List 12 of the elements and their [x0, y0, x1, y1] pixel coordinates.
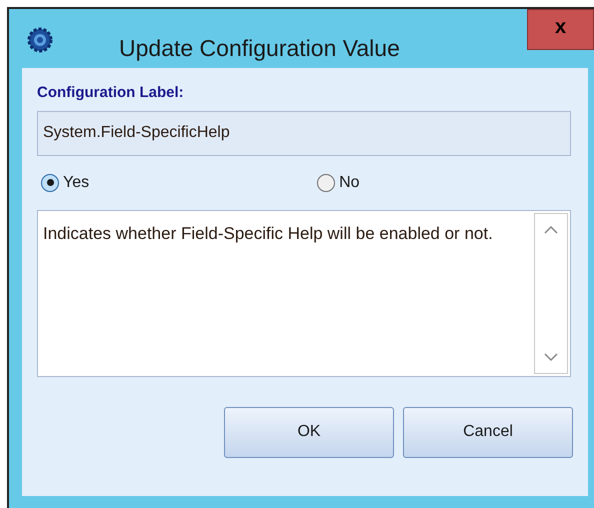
description-box[interactable]: Indicates whether Field-Specific Help will be enabled or not. — [37, 210, 571, 376]
dialog-button[interactable]: Cancel — [403, 406, 573, 458]
gear-icon — [27, 27, 53, 53]
field-label: Configuration Label: — [37, 83, 184, 103]
radio-option[interactable]: No — [317, 170, 360, 194]
description-text: Indicates whether Field-Specific Help will be enabled or not. — [43, 222, 494, 244]
dialog-button[interactable]: OK — [224, 406, 394, 458]
scrollbar[interactable] — [534, 212, 568, 374]
close-button[interactable]: x — [527, 9, 594, 50]
configuration-label-field[interactable]: System.Field-SpecificHelp — [37, 110, 571, 156]
radio-option[interactable]: Yes — [41, 170, 90, 194]
window-title: Update Configuration Value — [119, 34, 400, 63]
